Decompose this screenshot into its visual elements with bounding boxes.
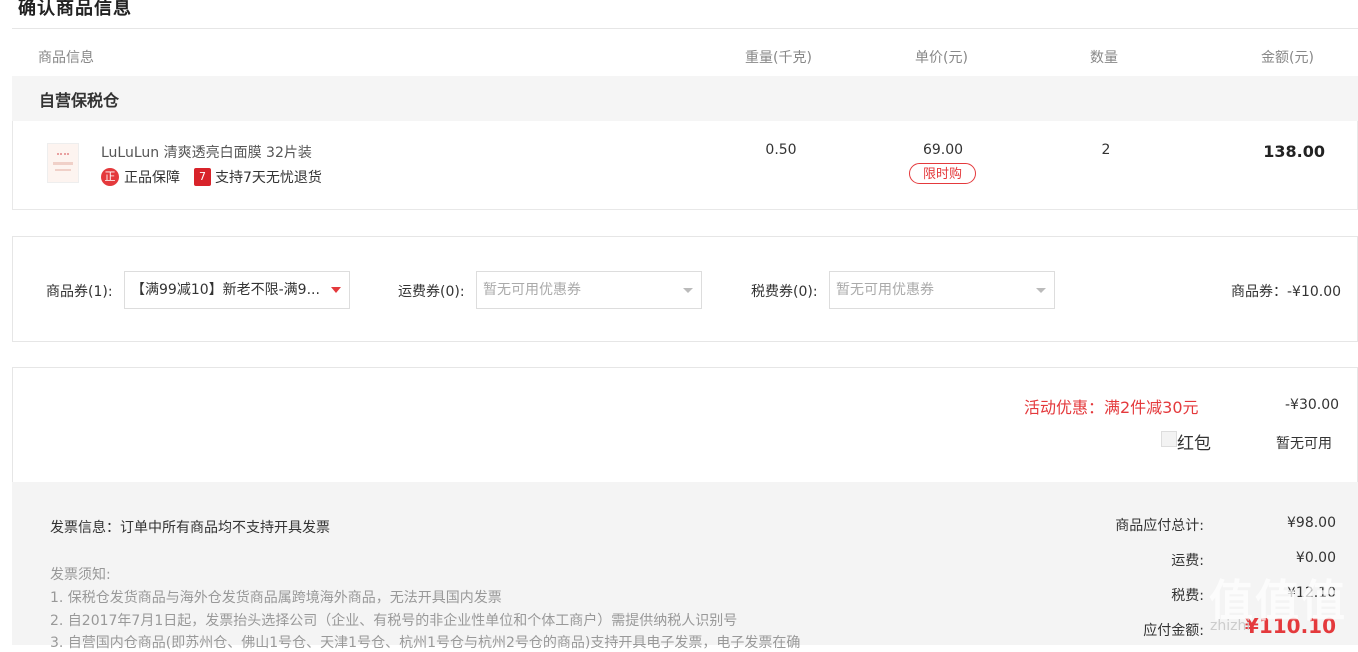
header-product-info: 商品信息 (38, 50, 94, 66)
chevron-down-icon (331, 287, 341, 293)
header-weight: 重量(千克) (745, 50, 812, 66)
shipping-coupon-select[interactable]: 暂无可用优惠券 (476, 271, 702, 309)
invoice-notice-line: 2. 自2017年7月1日起，发票抬头选择公司（企业、有税号的非企业性单位和个体… (50, 613, 738, 629)
site-watermark-sub: zhizhi (1210, 618, 1251, 634)
coupon-section: 商品券(1): 【满99减10】新老不限-满9... 运费券(0): 暂无可用优… (12, 236, 1358, 342)
product-name-link[interactable]: LuLuLun 清爽透亮白面膜 32片装 (101, 142, 312, 162)
invoice-info: 发票信息：订单中所有商品均不支持开具发票 (50, 520, 330, 536)
seven-day-return-label: 支持7天无忧退货 (215, 170, 322, 186)
genuine-guarantee-label: 正品保障 (124, 170, 180, 186)
chevron-down-icon (1036, 288, 1046, 293)
invoice-notice-line: 1. 保税仓发货商品与海外仓发货商品属跨境海外商品，无法开具国内发票 (50, 590, 502, 606)
shipping-fee-value: ¥0.00 (1295, 550, 1336, 566)
invoice-notice-title: 发票须知: (50, 567, 111, 583)
tax-coupon-placeholder: 暂无可用优惠券 (836, 282, 934, 298)
goods-coupon-label: 商品券(1): (46, 284, 113, 300)
subtotal-value: ¥98.00 (1287, 515, 1336, 531)
tax-coupon-select[interactable]: 暂无可用优惠券 (829, 271, 1055, 309)
page-title: 确认商品信息 (18, 0, 132, 19)
promotion-value: -¥30.00 (1285, 397, 1340, 413)
limited-time-badge: 限时购 (909, 163, 976, 184)
seven-day-return-icon: 7 (194, 168, 211, 186)
header-unit-price: 单价(元) (915, 50, 968, 66)
table-header: 商品信息 重量(千克) 单价(元) 数量 金额(元) (12, 28, 1358, 77)
product-amount: 138.00 (1263, 142, 1325, 161)
order-footer: 发票信息：订单中所有商品均不支持开具发票 发票须知: 1. 保税仓发货商品与海外… (12, 482, 1358, 651)
chevron-down-icon (683, 288, 693, 293)
goods-coupon-select[interactable]: 【满99减10】新老不限-满9... (124, 271, 350, 309)
total-payable-label: 应付金额: (1143, 623, 1204, 639)
shipping-coupon-label: 运费券(0): (398, 284, 465, 300)
header-amount: 金额(元) (1261, 50, 1314, 66)
goods-coupon-value: 【满99减10】新老不限-满9... (131, 282, 320, 298)
header-quantity: 数量 (1090, 50, 1118, 66)
product-thumbnail[interactable] (47, 143, 79, 183)
invoice-notice-line: 3. 自营国内仓商品(即苏州仓、佛山1号仓、天津1号仓、杭州1号仓与杭州2号仓的… (50, 635, 801, 651)
subtotal-label: 商品应付总计: (1115, 518, 1204, 534)
coupon-discount: 商品券：-¥10.00 (1231, 284, 1342, 300)
shipping-coupon-placeholder: 暂无可用优惠券 (483, 282, 581, 298)
tax-coupon-label: 税费券(0): (751, 284, 818, 300)
hongbao-value: 暂无可用 (1276, 436, 1332, 452)
hongbao-checkbox[interactable] (1161, 431, 1177, 447)
warehouse-section: 自营保税仓 (12, 76, 1358, 121)
genuine-guarantee-icon: 正 (101, 168, 119, 186)
shipping-fee-label: 运费: (1171, 553, 1204, 569)
product-row: LuLuLun 清爽透亮白面膜 32片装 正 正品保障 7 支持7天无忧退货 0… (12, 121, 1358, 210)
promotion-label: 活动优惠：满2件减30元 (1024, 398, 1199, 417)
hongbao-label: 红包 (1177, 434, 1211, 454)
product-weight: 0.50 (765, 142, 797, 158)
warehouse-name: 自营保税仓 (39, 91, 120, 110)
promotion-section: 活动优惠：满2件减30元 -¥30.00 红包 暂无可用 (12, 367, 1358, 482)
product-quantity: 2 (1101, 142, 1111, 158)
tax-label: 税费: (1171, 588, 1204, 604)
product-unit-price: 69.00 (922, 142, 964, 158)
